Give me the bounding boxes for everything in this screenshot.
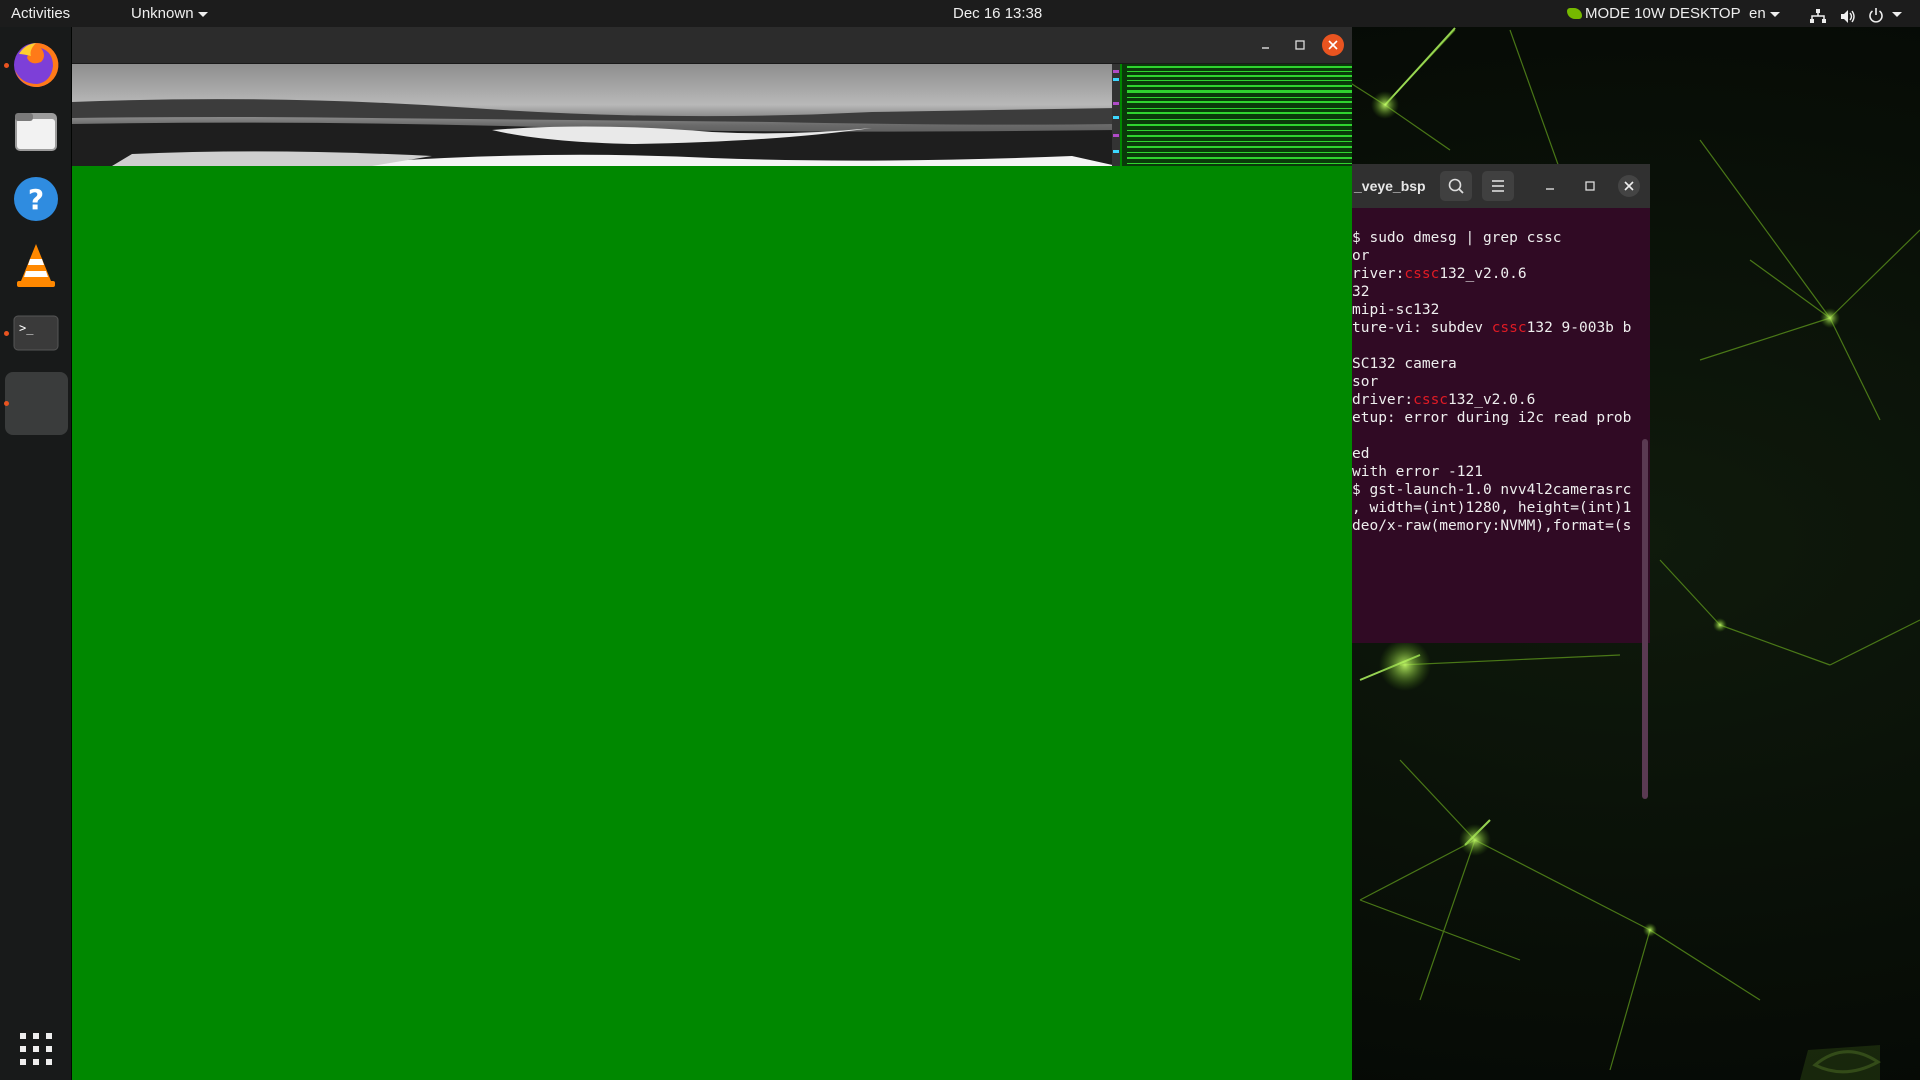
- terminal-text: or: [1352, 248, 1370, 264]
- system-menu-arrow[interactable]: [1888, 0, 1902, 27]
- terminal-text: $ gst-launch-1.0 nvv4l2camerasrc: [1352, 482, 1632, 498]
- terminal-text: 132 9-003b b: [1526, 320, 1632, 336]
- language-label: en: [1749, 5, 1766, 22]
- dock-terminal[interactable]: >_: [4, 302, 67, 364]
- terminal-text: $ sudo dmesg | grep cssc: [1352, 230, 1562, 246]
- terminal-match-highlight: cssc: [1413, 392, 1449, 408]
- terminal-line: $ sudo dmesg | grep cssc: [1352, 229, 1562, 247]
- running-indicator: [4, 401, 9, 406]
- top-bar: Activities Unknown Dec 16 13:38 MODE 10W…: [0, 0, 1920, 27]
- svg-text:>_: >_: [19, 321, 34, 335]
- minimize-icon: [1546, 188, 1554, 190]
- terminal-match-highlight: cssc: [1491, 320, 1527, 336]
- terminal-line: with error -121: [1352, 463, 1483, 481]
- terminal-window[interactable]: _veye_bsp $ sudo dmesg | grep cssc or rive…: [1352, 164, 1650, 799]
- terminal-text: with error -121: [1352, 464, 1483, 480]
- terminal-text: 32: [1352, 284, 1370, 300]
- terminal-line: driver:cssc132_v2.0.6: [1352, 391, 1535, 409]
- terminal-text: deo/x-raw(memory:NVMM),format=(s: [1352, 518, 1632, 534]
- power-mode-indicator[interactable]: MODE 10W DESKTOP: [1567, 0, 1741, 27]
- video-close-button[interactable]: [1322, 34, 1344, 56]
- clock[interactable]: Dec 16 13:38: [953, 0, 1042, 27]
- nvidia-logo: [1800, 1045, 1881, 1080]
- terminal-icon: >_: [13, 315, 59, 351]
- terminal-menu-button[interactable]: [1482, 171, 1514, 201]
- help-icon: ?: [14, 177, 58, 221]
- grid-icon: [20, 1033, 52, 1065]
- maximize-icon: [1585, 181, 1595, 191]
- dock-files[interactable]: [5, 101, 67, 163]
- terminal-text: , width=(int)1280, height=(int)1: [1352, 500, 1632, 516]
- terminal-scrollbar[interactable]: [1642, 439, 1648, 799]
- terminal-search-button[interactable]: [1440, 171, 1472, 201]
- svg-text:?: ?: [28, 183, 44, 216]
- terminal-text: ed: [1352, 446, 1370, 462]
- dock-active-app[interactable]: [4, 372, 67, 434]
- show-applications-button[interactable]: [5, 1017, 67, 1079]
- terminal-close-button[interactable]: [1618, 175, 1640, 197]
- chevron-down-icon: [1892, 11, 1902, 17]
- terminal-text: 132_v2.0.6: [1439, 266, 1527, 282]
- power-mode-label: MODE 10W DESKTOP: [1585, 5, 1741, 22]
- files-icon: [15, 113, 57, 151]
- vlc-icon: [17, 244, 55, 287]
- terminal-line: mipi-sc132: [1352, 301, 1439, 319]
- power-icon[interactable]: [1868, 5, 1884, 23]
- terminal-output[interactable]: $ sudo dmesg | grep cssc or river:cssc132_…: [1352, 208, 1650, 643]
- terminal-line: , width=(int)1280, height=(int)1: [1352, 499, 1631, 517]
- video-maximize-button[interactable]: [1290, 35, 1310, 55]
- minimize-icon: [1262, 47, 1269, 49]
- terminal-titlebar[interactable]: _veye_bsp: [1352, 164, 1650, 208]
- video-minimize-button[interactable]: [1256, 35, 1276, 55]
- dock-vlc[interactable]: [5, 235, 67, 297]
- dock-help[interactable]: ?: [5, 168, 67, 230]
- hamburger-menu-icon: [1492, 180, 1504, 192]
- terminal-line: deo/x-raw(memory:NVMM),format=(s: [1352, 517, 1631, 535]
- running-indicator: [4, 331, 9, 336]
- volume-icon[interactable]: [1840, 6, 1856, 23]
- maximize-icon: [1295, 40, 1305, 50]
- search-icon: [1448, 178, 1464, 194]
- terminal-line: ture-vi: subdev cssc132 9-003b b: [1352, 319, 1631, 337]
- terminal-text: mipi-sc132: [1352, 302, 1440, 318]
- network-icon[interactable]: [1810, 6, 1826, 23]
- close-icon: [1328, 40, 1338, 50]
- running-indicator: [4, 63, 9, 68]
- activities-button[interactable]: Activities: [11, 0, 70, 27]
- nvidia-icon: [1567, 8, 1582, 19]
- app-menu[interactable]: Unknown: [131, 0, 208, 27]
- chevron-down-icon: [1769, 11, 1780, 17]
- terminal-text: ture-vi: subdev: [1352, 320, 1492, 336]
- terminal-line: river:cssc132_v2.0.6: [1352, 265, 1527, 283]
- terminal-line: ed: [1352, 445, 1369, 463]
- chevron-down-icon: [197, 11, 208, 17]
- terminal-line: etup: error during i2c read prob: [1352, 409, 1631, 427]
- terminal-text: 132_v2.0.6: [1448, 392, 1536, 408]
- terminal-text: sor: [1352, 374, 1379, 390]
- app-menu-label: Unknown: [131, 5, 194, 22]
- dock-firefox[interactable]: [4, 34, 67, 96]
- terminal-line: or: [1352, 247, 1369, 265]
- terminal-line: $ gst-launch-1.0 nvv4l2camerasrc: [1352, 481, 1631, 499]
- terminal-title: _veye_bsp: [1354, 178, 1426, 194]
- video-window[interactable]: [72, 27, 1352, 1080]
- close-icon: [1624, 181, 1634, 191]
- terminal-line: 32: [1352, 283, 1369, 301]
- terminal-text: driver:: [1352, 392, 1414, 408]
- dock: ? >_: [0, 27, 71, 1080]
- terminal-minimize-button[interactable]: [1540, 176, 1560, 196]
- terminal-text: river:: [1352, 266, 1405, 282]
- firefox-icon: [14, 42, 59, 87]
- terminal-line: SC132 camera: [1352, 355, 1457, 373]
- language-indicator[interactable]: en: [1749, 0, 1780, 27]
- terminal-maximize-button[interactable]: [1580, 176, 1600, 196]
- video-window-titlebar[interactable]: [72, 27, 1352, 64]
- corrupted-camera-frame: [72, 64, 1352, 166]
- terminal-line: sor: [1352, 373, 1378, 391]
- terminal-match-highlight: cssc: [1404, 266, 1440, 282]
- terminal-text: SC132 camera: [1352, 356, 1457, 372]
- terminal-text: etup: error during i2c read prob: [1352, 410, 1632, 426]
